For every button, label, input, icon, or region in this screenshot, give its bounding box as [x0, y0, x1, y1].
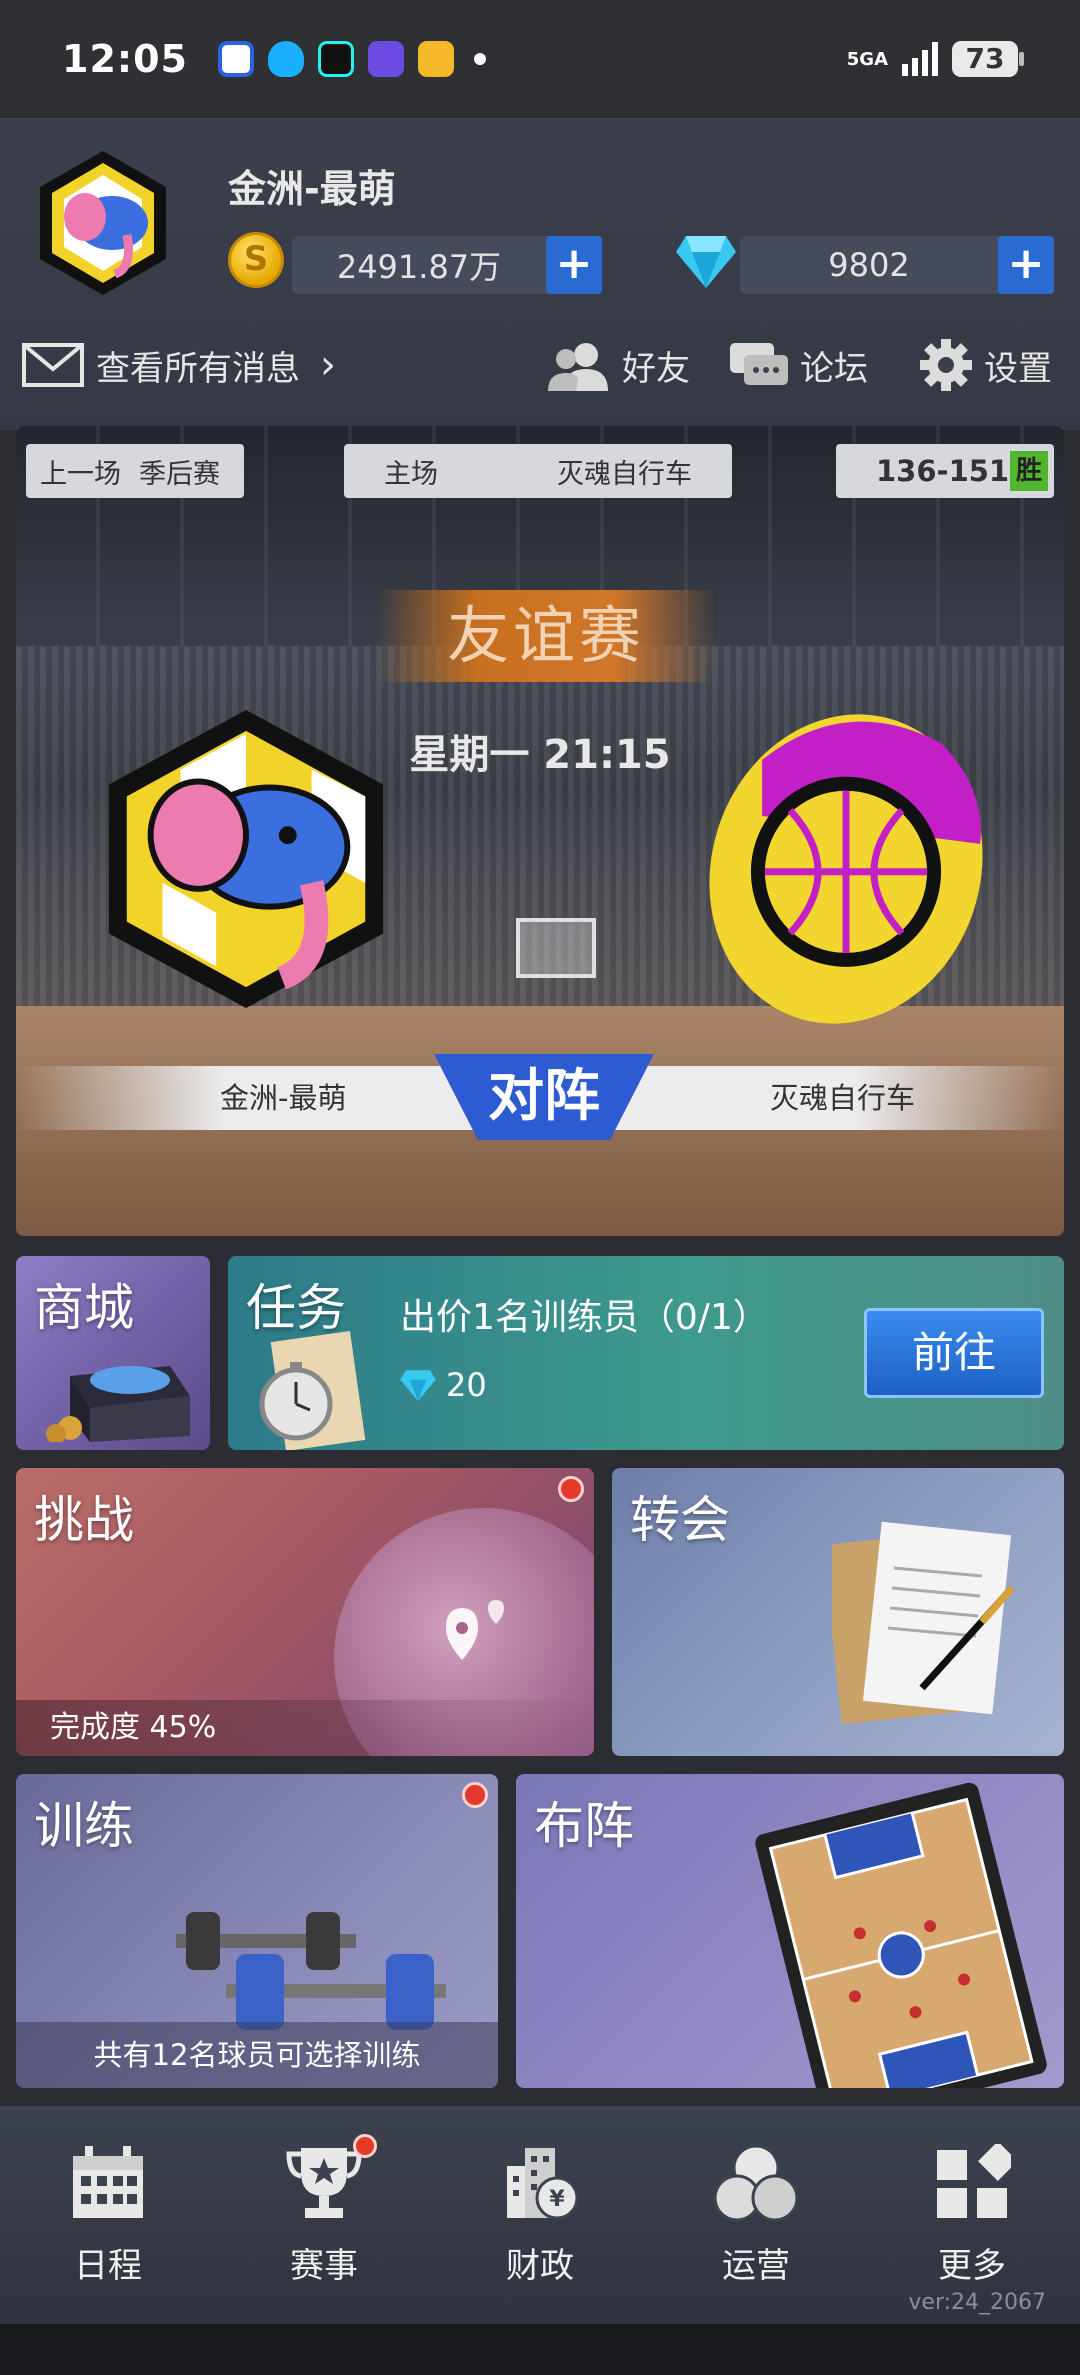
- map-pin-icon: [446, 1600, 504, 1660]
- tiktok-icon: [317, 41, 354, 77]
- svg-text:¥: ¥: [549, 2187, 565, 2212]
- nav-schedule[interactable]: 日程: [33, 2144, 183, 2287]
- team-logo-avatar[interactable]: [28, 148, 178, 298]
- coins-display: 2491.87万 +: [292, 236, 602, 294]
- nav-competitions-label: 赛事: [290, 2245, 358, 2286]
- status-bar: 12:05 5GA 73: [0, 0, 1080, 118]
- status-time: 12:05: [62, 37, 188, 81]
- task-reward: 20: [400, 1366, 487, 1404]
- challenge-progress: 完成度 45%: [16, 1700, 594, 1756]
- treasure-chest-icon: [46, 1366, 190, 1442]
- forum-label: 论坛: [800, 348, 868, 389]
- nav-schedule-label: 日程: [74, 2245, 142, 2286]
- diamond-icon: [400, 1370, 436, 1401]
- forum-icon: [730, 343, 788, 385]
- training-caption: 共有12名球员可选择训练: [16, 2022, 498, 2088]
- previous-match-chip: 上一场 季后赛: [26, 444, 244, 498]
- task-tile[interactable]: 任务 出价1名训练员（0/1） 20 前往: [228, 1256, 1064, 1450]
- transfer-tile[interactable]: 转会: [612, 1468, 1064, 1756]
- nav-finance[interactable]: ¥ 财政: [465, 2144, 615, 2287]
- match-type-banner: 友谊赛: [376, 590, 716, 682]
- home-team-logo: [108, 709, 384, 1009]
- previous-match-label: 上一场: [40, 458, 121, 490]
- previous-score: 136-151: [876, 454, 1010, 488]
- add-coins-button[interactable]: +: [546, 236, 602, 294]
- nav-competitions[interactable]: 赛事: [249, 2133, 399, 2287]
- home-team-name: 金洲-最萌: [220, 1081, 347, 1115]
- task-reward-amount: 20: [446, 1366, 487, 1404]
- operations-icon: [713, 2144, 799, 2221]
- next-match-card[interactable]: 上一场 季后赛 主场 灭魂自行车 136-151 胜 友谊赛 星期一 21:15…: [16, 426, 1064, 1236]
- add-gems-button[interactable]: +: [998, 236, 1054, 294]
- challenge-title: 挑战: [34, 1491, 134, 1549]
- chevron-right-icon: ›: [320, 342, 336, 388]
- challenge-tile[interactable]: 挑战 完成度 45%: [16, 1468, 594, 1756]
- team-name: 金洲-最萌: [228, 167, 396, 211]
- notification-dot: [353, 2133, 377, 2158]
- notification-dot: [558, 1476, 584, 1502]
- trophy-icon: [286, 2147, 362, 2218]
- system-nav-strip: [0, 2324, 1080, 2375]
- stopwatch-clipboard-icon: [259, 1330, 366, 1450]
- venue-label: 主场: [384, 458, 438, 490]
- notification-dot: [462, 1782, 488, 1808]
- previous-match-type: 季后赛: [139, 458, 220, 490]
- battery-icon: 73: [952, 41, 1024, 77]
- previous-score-chip: 136-151 胜: [836, 444, 1054, 498]
- settings-link[interactable]: 设置: [918, 337, 1052, 393]
- more-notifications-dot: [473, 53, 486, 65]
- transfer-title: 转会: [630, 1491, 730, 1549]
- basketball-hoop: [516, 918, 596, 978]
- view-messages-link[interactable]: 查看所有消息 ›: [22, 341, 336, 390]
- training-tile[interactable]: 训练 共有12名球员可选择训练: [16, 1774, 498, 2088]
- friends-label: 好友: [622, 348, 690, 389]
- notification-icons: [217, 41, 486, 77]
- task-go-button[interactable]: 前往: [864, 1308, 1044, 1398]
- gems-display: 9802 +: [740, 236, 1054, 294]
- nav-operations[interactable]: 运营: [681, 2144, 831, 2287]
- tieba-icon: [367, 41, 404, 77]
- friends-icon: [548, 343, 608, 391]
- forum-link[interactable]: 论坛: [728, 339, 868, 391]
- nav-finance-label: 财政: [506, 2245, 574, 2286]
- gear-icon: [920, 339, 972, 391]
- network-type: 5GA: [846, 48, 888, 70]
- formation-title: 布阵: [534, 1797, 634, 1855]
- signal-icon: [902, 42, 938, 76]
- mail-icon: [22, 343, 84, 387]
- win-badge: 胜: [1010, 451, 1048, 491]
- team-header: 金洲-最萌 S 2491.87万 + 9802 + 查看所有消息 › 好友 论坛…: [0, 118, 1080, 430]
- away-team-name: 灭魂自行车: [770, 1081, 916, 1115]
- friends-link[interactable]: 好友: [546, 339, 690, 391]
- nav-more[interactable]: 更多: [897, 2143, 1047, 2287]
- formation-tile[interactable]: 布阵: [516, 1774, 1064, 2088]
- shop-title: 商城: [34, 1279, 134, 1337]
- previous-opponent: 灭魂自行车: [557, 458, 692, 490]
- finance-icon: ¥: [507, 2147, 579, 2219]
- calendar-icon: [73, 2145, 143, 2218]
- coin-icon: S: [228, 232, 284, 288]
- training-title: 训练: [34, 1797, 134, 1855]
- version-label: ver:24_2067: [908, 2290, 1046, 2315]
- task-description: 出价1名训练员（0/1）: [400, 1297, 769, 1338]
- shop-tile[interactable]: 商城: [16, 1256, 210, 1450]
- previous-match-venue-chip: 主场 灭魂自行车: [344, 444, 732, 498]
- weibo-icon: [417, 41, 454, 77]
- more-icon: [937, 2143, 1011, 2218]
- qq-icon: [267, 41, 304, 77]
- contract-documents-icon: [832, 1521, 1015, 1725]
- away-team-logo: [709, 714, 983, 1024]
- coins-value: 2491.87万: [336, 248, 502, 286]
- nav-operations-label: 运营: [722, 2245, 790, 2286]
- diamond-icon: [676, 236, 736, 288]
- settings-label: 设置: [984, 348, 1052, 389]
- baidu-icon: [217, 41, 254, 77]
- gems-value: 9802: [828, 246, 910, 284]
- tactics-board-icon: [755, 1782, 1047, 2088]
- view-messages-label: 查看所有消息: [96, 348, 300, 389]
- nav-more-label: 更多: [938, 2245, 1006, 2286]
